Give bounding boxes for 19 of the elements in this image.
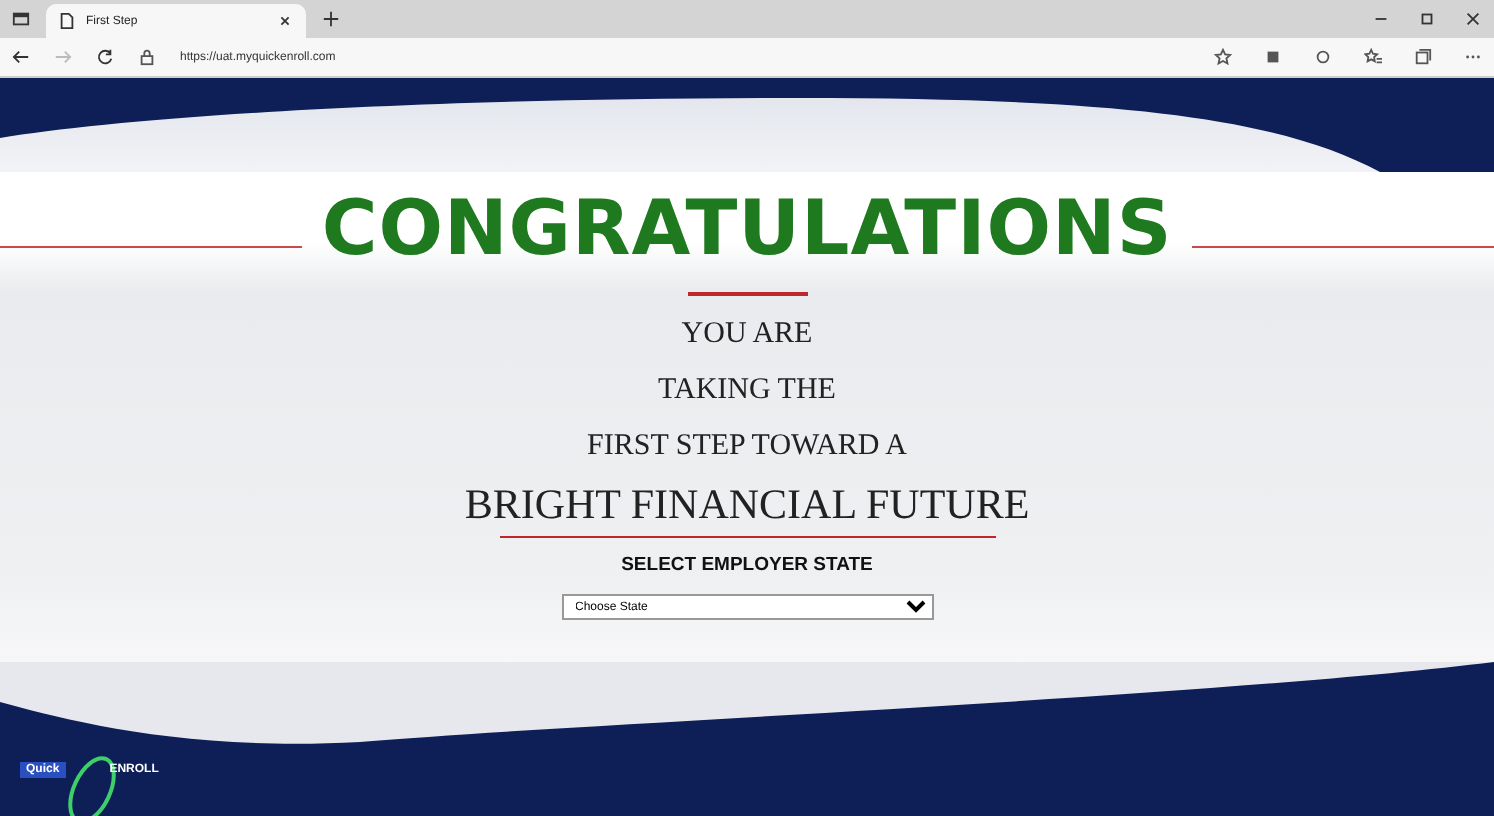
refresh-icon[interactable]: [96, 48, 114, 66]
select-label: SELECT EMPLOYER STATE: [621, 554, 873, 576]
congratulations-heading: CONGRATULATIONS: [321, 184, 1173, 272]
collections-icon[interactable]: [1414, 48, 1432, 66]
star-icon[interactable]: [1214, 48, 1232, 66]
close-icon[interactable]: [1464, 10, 1482, 28]
page-icon: [58, 12, 76, 30]
close-icon[interactable]: [276, 12, 294, 30]
tagline: BRIGHT FINANCIAL FUTURE: [464, 480, 1030, 530]
tagline: FIRST STEP TOWARD A: [587, 430, 907, 464]
back-icon[interactable]: [12, 48, 30, 66]
lock-icon: [138, 48, 156, 66]
circle-icon[interactable]: [1314, 48, 1332, 66]
restore-icon[interactable]: [1418, 10, 1436, 28]
tagline: YOU ARE: [681, 318, 813, 352]
new-tab-icon[interactable]: [322, 10, 340, 28]
favorites-icon[interactable]: [1364, 48, 1382, 66]
tagline: TAKING THE: [658, 374, 836, 408]
tab-actions-icon[interactable]: [12, 10, 30, 28]
